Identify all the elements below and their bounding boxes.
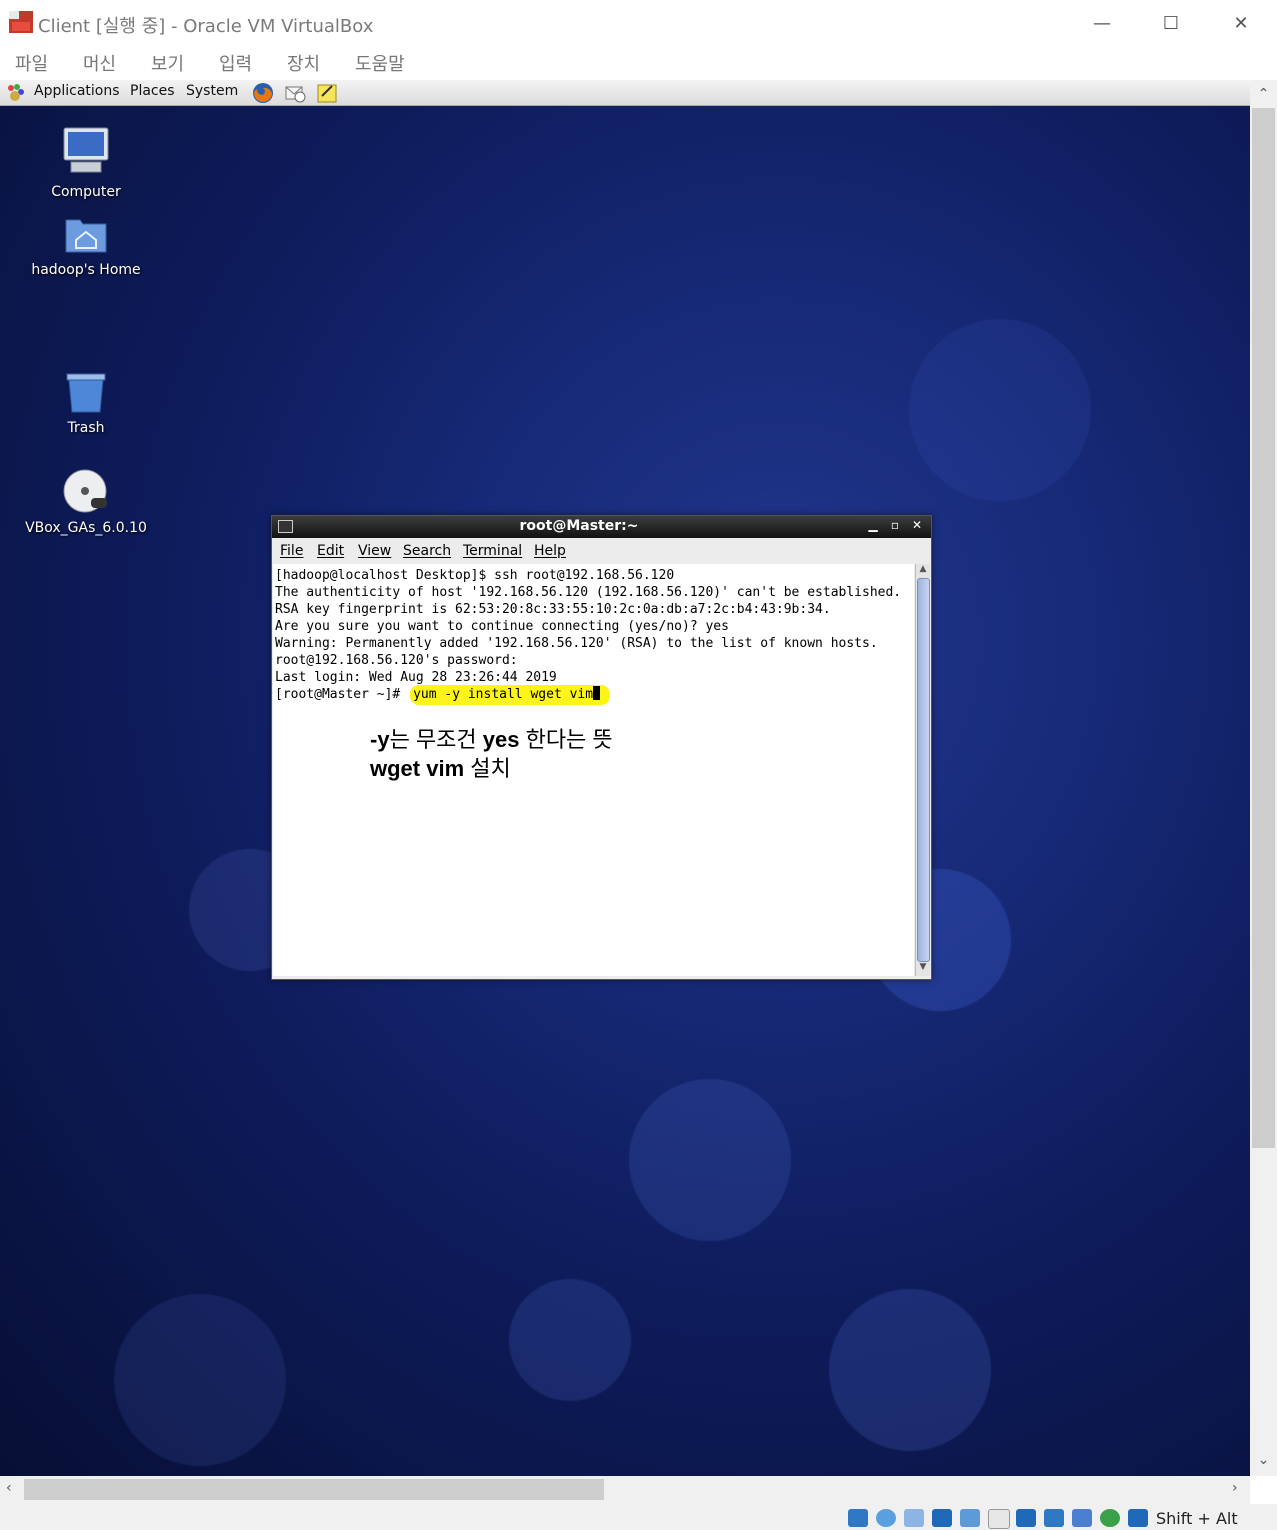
annotation-line-2: wget vim 설치 <box>370 751 511 783</box>
menu-view[interactable]: 보기 <box>151 50 184 76</box>
gnome-foot-icon <box>8 84 24 101</box>
display-icon[interactable] <box>1016 1509 1036 1527</box>
scroll-down-icon[interactable]: ▼ <box>916 962 930 975</box>
terminal-close-icon[interactable]: ✕ <box>908 518 926 532</box>
host-key-label: Shift + Alt <box>1156 1509 1238 1528</box>
annotation-yes: yes <box>482 727 520 752</box>
audio-icon[interactable] <box>904 1509 924 1527</box>
desktop-label-computer: Computer <box>51 184 121 200</box>
highlighted-command: yum -y install wget vim <box>410 685 611 705</box>
email-icon[interactable] <box>283 81 307 105</box>
optical-drive-icon[interactable] <box>876 1509 896 1527</box>
virtualbox-icon[interactable] <box>1072 1509 1092 1527</box>
network-icon[interactable] <box>932 1509 952 1527</box>
terminal-line: Warning: Permanently added '192.168.56.1… <box>275 636 878 651</box>
terminal-line: root@192.168.56.120's password: <box>275 653 526 668</box>
vbox-vertical-scrollbar[interactable]: ⌃ ⌄ <box>1250 80 1277 1476</box>
scroll-down-icon[interactable]: ⌄ <box>1250 1452 1277 1468</box>
terminal-cursor <box>593 686 601 700</box>
desktop-icon-home[interactable]: hadoop's Home <box>16 212 156 278</box>
guest-additions-icon[interactable] <box>1100 1509 1120 1527</box>
vertical-scroll-thumb[interactable] <box>1252 108 1275 1148</box>
menu-devices[interactable]: 장치 <box>287 50 320 76</box>
terminal-scrollbar[interactable]: ▲ ▼ <box>915 564 930 976</box>
desktop-label-cd: VBox_GAs_6.0.10 <box>25 520 147 536</box>
terminal-menu-terminal[interactable]: Terminal <box>463 543 522 559</box>
hard-disk-icon[interactable] <box>848 1509 868 1527</box>
terminal-titlebar[interactable]: root@Master:~ ▁ ▫ ✕ <box>272 516 931 538</box>
terminal-maximize-icon[interactable]: ▫ <box>886 518 904 532</box>
terminal-scroll-thumb[interactable] <box>917 578 930 962</box>
window-titlebar: Client [실행 중] - Oracle VM VirtualBox — ☐… <box>0 0 1277 46</box>
desktop-label-home: hadoop's Home <box>31 262 141 278</box>
menu-input[interactable]: 입력 <box>219 50 252 76</box>
desktop-icon-cd[interactable]: VBox_GAs_6.0.10 <box>16 468 156 536</box>
terminal-line: Last login: Wed Aug 28 23:26:44 2019 <box>275 670 557 685</box>
terminal-title: root@Master:~ <box>519 518 639 534</box>
scroll-up-icon[interactable]: ▲ <box>916 564 930 577</box>
terminal-line: Are you sure you want to continue connec… <box>275 619 729 634</box>
vbox-menubar: 파일 머신 보기 입력 장치 도움말 <box>0 46 1277 80</box>
firefox-icon[interactable] <box>251 81 275 105</box>
close-button[interactable]: ✕ <box>1206 0 1276 46</box>
desktop-icon-computer[interactable]: Computer <box>16 126 156 200</box>
horizontal-scroll-thumb[interactable] <box>24 1479 604 1500</box>
terminal-menu-file[interactable]: File <box>280 543 303 559</box>
desktop-icon-trash[interactable]: Trash <box>16 370 156 436</box>
cd-icon <box>63 469 107 513</box>
terminal-menu-view[interactable]: View <box>358 543 391 559</box>
home-folder-icon <box>65 219 107 253</box>
trash-icon <box>66 373 106 413</box>
computer-icon <box>63 127 109 173</box>
terminal-menu-search[interactable]: Search <box>403 543 451 559</box>
shared-folder-icon[interactable] <box>988 1509 1010 1529</box>
desktop-label-trash: Trash <box>67 420 105 436</box>
annotation-text: 설치 <box>464 756 511 781</box>
terminal-menu-help[interactable]: Help <box>534 543 566 559</box>
minimize-button[interactable]: — <box>1067 0 1137 46</box>
panel-system[interactable]: System <box>186 83 238 99</box>
guest-desktop: Applications Places System Computer hado… <box>0 80 1250 1476</box>
terminal-line: RSA key fingerprint is 62:53:20:8c:33:55… <box>275 602 831 617</box>
terminal-prompt: [root@Master ~]# <box>275 687 409 702</box>
maximize-button[interactable]: ☐ <box>1136 0 1206 46</box>
terminal-prompt-line: [root@Master ~]# yum -y install wget vim <box>275 685 611 705</box>
command-text: yum -y install wget vim <box>413 687 594 702</box>
panel-applications[interactable]: Applications <box>34 83 120 99</box>
download-arrow-icon[interactable] <box>1128 1509 1148 1527</box>
window-title: Client [실행 중] - Oracle VM VirtualBox <box>38 16 374 37</box>
terminal-menu-edit[interactable]: Edit <box>317 543 344 559</box>
menu-help[interactable]: 도움말 <box>355 50 405 76</box>
annotation-packages: wget vim <box>370 756 465 781</box>
scroll-up-icon[interactable]: ⌃ <box>1250 86 1277 102</box>
annotation-y-flag: -y <box>370 727 390 752</box>
terminal-menubar: File Edit View Search Terminal Help <box>272 538 931 563</box>
panel-places[interactable]: Places <box>130 83 175 99</box>
usb-icon[interactable] <box>960 1509 980 1527</box>
scroll-right-icon[interactable]: › <box>1232 1480 1238 1496</box>
annotation-line-1: -y는 무조건 yes 한다는 뜻 <box>370 722 613 754</box>
vbox-horizontal-scrollbar[interactable]: ‹ › <box>0 1476 1250 1504</box>
virtualbox-app-icon <box>9 11 33 33</box>
annotation-text: 한다는 뜻 <box>519 727 613 752</box>
gnome-top-panel: Applications Places System <box>0 80 1250 106</box>
scroll-left-icon[interactable]: ‹ <box>6 1480 12 1496</box>
annotation-text: 는 무조건 <box>389 727 483 752</box>
menu-file[interactable]: 파일 <box>15 50 48 76</box>
menu-machine[interactable]: 머신 <box>83 50 116 76</box>
vbox-statusbar: Shift + Alt <box>0 1504 1277 1530</box>
terminal-minimize-icon[interactable]: ▁ <box>864 518 882 532</box>
terminal-line: The authenticity of host '192.168.56.120… <box>275 585 902 600</box>
terminal-line: [hadoop@localhost Desktop]$ ssh root@192… <box>275 568 675 583</box>
notes-icon[interactable] <box>315 81 339 105</box>
recording-icon[interactable] <box>1044 1509 1064 1527</box>
